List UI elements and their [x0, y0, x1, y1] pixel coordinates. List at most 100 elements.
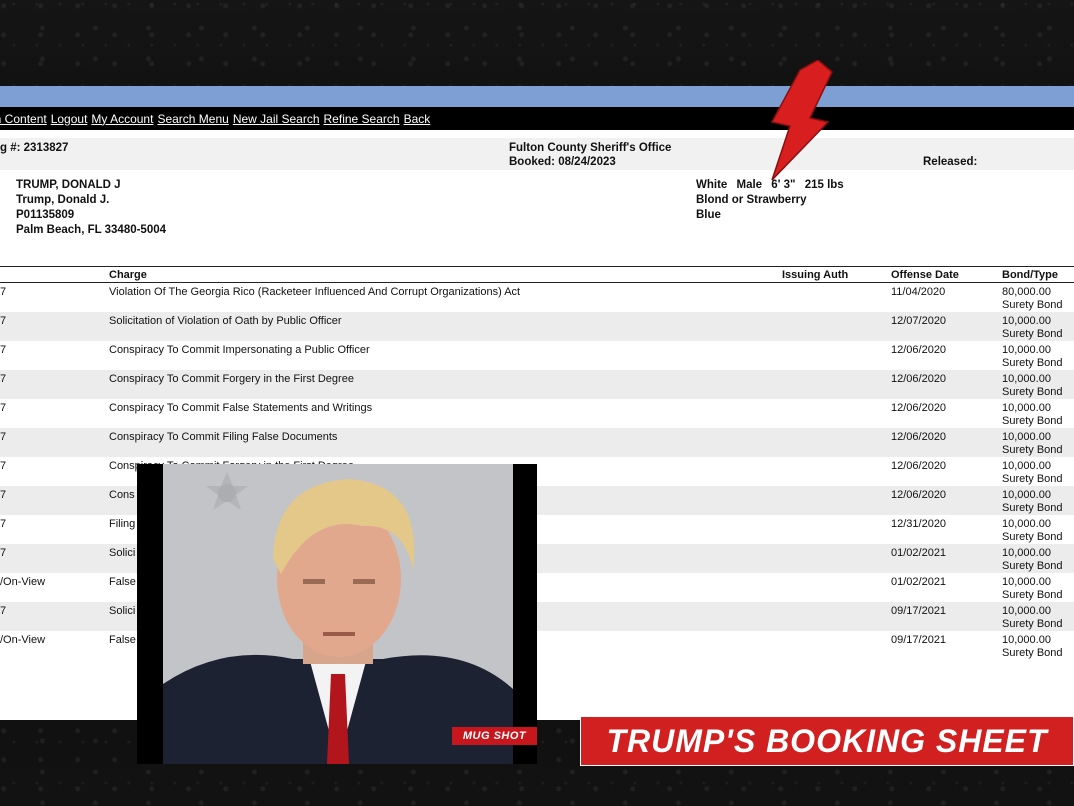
table-row: 7 Conspiracy To Commit Forgery in the Fi… — [0, 370, 1074, 399]
date-cell: 12/06/2020 — [891, 373, 947, 385]
bond-amount: 10,000.00 — [1002, 576, 1051, 588]
booked-date: Booked: 08/24/2023 — [509, 156, 616, 168]
bond-type: Surety Bond — [1002, 444, 1063, 456]
table-row: 7 Violation Of The Georgia Rico (Rackete… — [0, 283, 1074, 313]
date-cell: 12/06/2020 — [891, 460, 947, 472]
date-cell: 09/17/2021 — [891, 634, 947, 646]
col-bond-type: Bond/Type — [1002, 268, 1059, 281]
bond-type: Surety Bond — [1002, 560, 1063, 572]
bond-cell: 10,000.00 Surety Bond — [1002, 631, 1074, 660]
bond-amount: 10,000.00 — [1002, 605, 1051, 617]
office-name: Fulton County Sheriff's Office — [509, 142, 672, 154]
case-cell: 7 — [0, 373, 7, 385]
table-header-row: Charge Issuing Auth Offense Date Bond/Ty… — [0, 266, 1074, 283]
charge-cell: Conspiracy To Commit False Statements an… — [109, 402, 373, 414]
bond-amount: 10,000.00 — [1002, 315, 1051, 327]
date-cell: 12/07/2020 — [891, 315, 947, 327]
case-cell: 7 — [0, 489, 7, 501]
hair: Blond or Strawberry — [696, 194, 807, 206]
red-arrow-icon — [770, 60, 833, 181]
date-cell: 01/02/2021 — [891, 547, 947, 559]
case-cell: 7 — [0, 460, 7, 472]
bond-cell: 10,000.00 Surety Bond — [1002, 486, 1074, 515]
nav-link-refine-search[interactable]: Refine Search — [324, 112, 400, 126]
date-cell: 12/06/2020 — [891, 431, 947, 443]
table-row: 7 Conspiracy To Commit False Statements … — [0, 399, 1074, 428]
bond-cell: 10,000.00 Surety Bond — [1002, 341, 1074, 370]
person-details: TRUMP, DONALD J Trump, Donald J. P011358… — [0, 170, 1074, 260]
case-cell: 7 — [0, 344, 7, 356]
col-charge: Charge — [109, 268, 147, 281]
charge-cell: Conspiracy To Commit Forgery in the Firs… — [109, 373, 354, 385]
bond-type: Surety Bond — [1002, 502, 1063, 514]
bond-type: Surety Bond — [1002, 531, 1063, 543]
bond-cell: 10,000.00 Surety Bond — [1002, 399, 1074, 428]
auth-cell — [782, 573, 891, 602]
mug-shot-label: MUG SHOT — [452, 727, 537, 745]
case-cell: /On-View — [0, 576, 46, 588]
bond-type: Surety Bond — [1002, 647, 1063, 659]
col-case — [0, 267, 109, 283]
date-cell: 12/06/2020 — [891, 344, 947, 356]
booking-header: g #: 2313827 Fulton County Sheriff's Off… — [0, 138, 1074, 170]
auth-cell — [782, 312, 891, 341]
bond-amount: 10,000.00 — [1002, 402, 1051, 414]
auth-cell — [782, 457, 891, 486]
bond-type: Surety Bond — [1002, 618, 1063, 630]
bond-cell: 10,000.00 Surety Bond — [1002, 370, 1074, 399]
bond-cell: 10,000.00 Surety Bond — [1002, 515, 1074, 544]
city: Palm Beach, FL 33480-5004 — [16, 224, 167, 236]
bond-type: Surety Bond — [1002, 415, 1063, 427]
bond-type: Surety Bond — [1002, 357, 1063, 369]
bond-amount: 10,000.00 — [1002, 344, 1051, 356]
auth-cell — [782, 370, 891, 399]
bond-amount: 10,000.00 — [1002, 518, 1051, 530]
auth-cell — [782, 399, 891, 428]
nav-link-main-content[interactable]: in Content — [0, 112, 47, 126]
bond-cell: 80,000.00 Surety Bond — [1002, 283, 1074, 313]
case-cell: /On-View — [0, 634, 46, 646]
nav-link-my-account[interactable]: My Account — [91, 112, 153, 126]
auth-cell — [782, 428, 891, 457]
date-cell: 09/17/2021 — [891, 605, 947, 617]
bond-amount: 10,000.00 — [1002, 431, 1051, 443]
bond-amount: 10,000.00 — [1002, 547, 1051, 559]
charge-cell: Conspiracy To Commit Filing False Docume… — [109, 431, 338, 443]
auth-cell — [782, 486, 891, 515]
case-cell: 7 — [0, 518, 7, 530]
released-label: Released: — [923, 156, 978, 168]
bond-amount: 10,000.00 — [1002, 373, 1051, 385]
charge-cell: Conspiracy To Commit Impersonating a Pub… — [109, 344, 370, 356]
bond-cell: 10,000.00 Surety Bond — [1002, 312, 1074, 341]
auth-cell — [782, 544, 891, 573]
bond-cell: 10,000.00 Surety Bond — [1002, 573, 1074, 602]
sex: Male — [736, 179, 763, 191]
bond-amount: 10,000.00 — [1002, 460, 1051, 472]
nav-link-back[interactable]: Back — [404, 112, 431, 126]
person-id: P01135809 — [16, 209, 75, 221]
date-cell: 01/02/2021 — [891, 576, 947, 588]
bond-type: Surety Bond — [1002, 473, 1063, 485]
auth-cell — [782, 631, 891, 660]
name: Trump, Donald J. — [16, 194, 110, 206]
bond-type: Surety Bond — [1002, 386, 1063, 398]
case-cell: 7 — [0, 315, 7, 327]
bond-cell: 10,000.00 Surety Bond — [1002, 428, 1074, 457]
auth-cell — [782, 515, 891, 544]
date-cell: 12/06/2020 — [891, 489, 947, 501]
nav-link-new-jail-search[interactable]: New Jail Search — [233, 112, 320, 126]
charge-cell: Violation Of The Georgia Rico (Racketeer… — [109, 286, 521, 298]
mug-shot-photo — [163, 464, 513, 764]
person-identity: TRUMP, DONALD J Trump, Donald J. P011358… — [16, 178, 166, 238]
name-upper: TRUMP, DONALD J — [16, 179, 121, 191]
date-cell: 12/06/2020 — [891, 402, 947, 414]
auth-cell — [782, 283, 891, 313]
bond-type: Surety Bond — [1002, 589, 1063, 601]
auth-cell — [782, 341, 891, 370]
case-cell: 7 — [0, 547, 7, 559]
nav-link-search-menu[interactable]: Search Menu — [157, 112, 228, 126]
date-cell: 12/31/2020 — [891, 518, 947, 530]
bond-type: Surety Bond — [1002, 299, 1063, 311]
table-row: 7 Solicitation of Violation of Oath by P… — [0, 312, 1074, 341]
nav-link-logout[interactable]: Logout — [51, 112, 88, 126]
